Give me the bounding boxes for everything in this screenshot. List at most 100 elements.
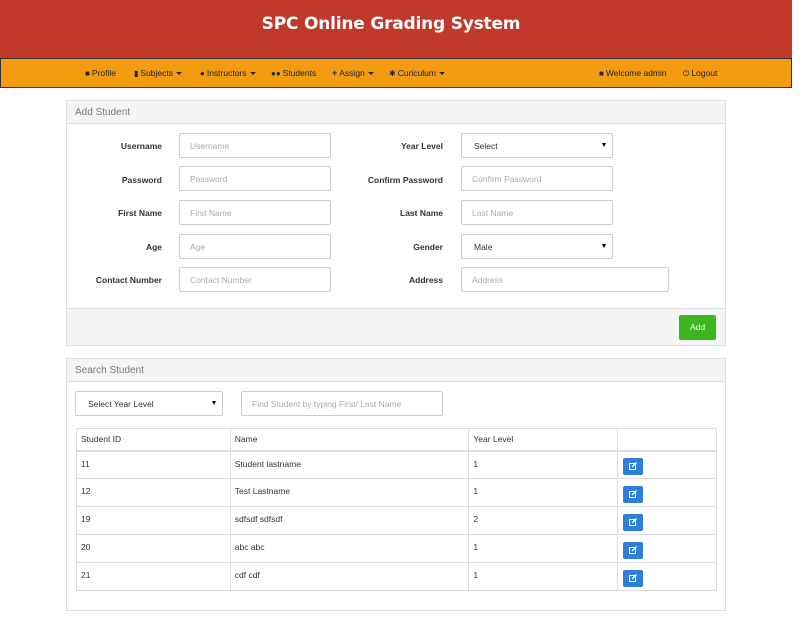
app-header: SPC Online Grading System bbox=[0, 0, 792, 58]
student-id-cell: 20 bbox=[76, 534, 231, 563]
person-icon: ● bbox=[200, 69, 205, 78]
column-header-actions bbox=[617, 428, 717, 452]
contact-number-field[interactable] bbox=[179, 267, 331, 292]
student-id-cell: 12 bbox=[76, 478, 231, 507]
dropdown-arrow-icon bbox=[602, 143, 606, 147]
dropdown-arrow-icon bbox=[212, 401, 216, 405]
app-title: SPC Online Grading System bbox=[261, 14, 521, 34]
nav-students[interactable]: ●● Students bbox=[271, 68, 316, 78]
nav-welcome[interactable]: ■ Welcome admin bbox=[599, 68, 667, 78]
nav-logout-label: Logout bbox=[691, 68, 718, 78]
add-student-panel: Add Student Username Password First Name… bbox=[66, 100, 726, 346]
nav-profile-label: Profile bbox=[91, 68, 116, 78]
confirm-password-label: Confirm Password bbox=[367, 175, 443, 185]
user-icon: ■ bbox=[599, 69, 604, 78]
student-year-cell: 1 bbox=[468, 450, 619, 479]
table-row: 12 Test Lastname 1 bbox=[76, 478, 717, 507]
nav-assign[interactable]: + Assign bbox=[332, 68, 374, 78]
address-label: Address bbox=[408, 275, 443, 285]
edit-icon bbox=[629, 518, 638, 526]
nav-instructors-label: Instructors bbox=[206, 68, 247, 78]
confirm-password-field[interactable] bbox=[461, 166, 613, 191]
edit-button[interactable] bbox=[623, 514, 644, 531]
student-name-cell: Student lastname bbox=[229, 450, 470, 479]
gear-icon: ✱ bbox=[389, 69, 396, 78]
users-icon: ●● bbox=[271, 69, 281, 78]
password-field[interactable] bbox=[179, 166, 331, 191]
student-year-cell: 2 bbox=[468, 506, 619, 535]
yearlevel-select[interactable]: Select bbox=[461, 133, 613, 158]
address-field[interactable] bbox=[461, 267, 669, 292]
nav-subjects-label: Subjects bbox=[140, 68, 174, 78]
age-field[interactable] bbox=[179, 234, 331, 259]
student-name-cell: Test Lastname bbox=[229, 478, 470, 507]
main-nav: ■ Profile ▮ Subjects ● Instructors ●● Studen… bbox=[0, 58, 792, 88]
edit-button[interactable] bbox=[623, 486, 644, 503]
student-name-cell: sdfsdf sdfsdf bbox=[229, 506, 470, 535]
student-year-cell: 1 bbox=[468, 562, 619, 591]
nav-profile[interactable]: ■ Profile bbox=[85, 68, 116, 78]
student-id-cell: 19 bbox=[76, 506, 231, 535]
edit-button[interactable] bbox=[623, 542, 644, 559]
yearlevel-select-value: Select bbox=[474, 141, 498, 151]
nav-curiculum-label: Curiculum bbox=[397, 68, 436, 78]
chevron-down-icon bbox=[367, 72, 374, 76]
user-icon: ■ bbox=[85, 69, 90, 78]
student-search-input[interactable] bbox=[241, 391, 443, 416]
gender-select[interactable]: Male bbox=[461, 234, 613, 259]
dropdown-arrow-icon bbox=[602, 244, 606, 248]
students-table: Student ID Name Year Level 11 Student la… bbox=[76, 428, 717, 591]
chevron-down-icon bbox=[438, 72, 445, 76]
password-label: Password bbox=[121, 175, 162, 185]
lastname-label: Last Name bbox=[400, 208, 443, 218]
student-year-cell: 1 bbox=[468, 478, 619, 507]
student-name-cell: abc abc bbox=[229, 534, 470, 563]
table-row: 11 Student lastname 1 bbox=[76, 450, 717, 479]
lastname-field[interactable] bbox=[461, 200, 613, 225]
student-name-cell: cdf cdf bbox=[229, 562, 470, 591]
student-actions-cell bbox=[617, 478, 717, 507]
contact-number-label: Contact Number bbox=[95, 275, 162, 285]
book-icon: ▮ bbox=[134, 69, 139, 78]
nav-logout[interactable]: ⏻ Logout bbox=[683, 68, 717, 79]
add-button[interactable]: Add bbox=[679, 315, 716, 340]
edit-button[interactable] bbox=[623, 570, 644, 587]
firstname-field[interactable] bbox=[179, 200, 331, 225]
student-actions-cell bbox=[617, 562, 717, 591]
gender-select-value: Male bbox=[474, 242, 493, 252]
table-row: 21 cdf cdf 1 bbox=[76, 562, 717, 591]
table-header-row: Student ID Name Year Level bbox=[76, 428, 717, 452]
nav-instructors[interactable]: ● Instructors bbox=[200, 68, 256, 78]
student-id-cell: 21 bbox=[76, 562, 231, 591]
student-actions-cell bbox=[617, 506, 717, 535]
plus-icon: + bbox=[332, 68, 338, 78]
student-actions-cell bbox=[617, 534, 717, 563]
nav-welcome-label: Welcome admin bbox=[605, 68, 667, 78]
column-header-student-id: Student ID bbox=[76, 428, 231, 452]
nav-assign-label: Assign bbox=[339, 68, 365, 78]
student-id-cell: 11 bbox=[76, 450, 231, 479]
student-actions-cell bbox=[617, 450, 717, 479]
add-student-heading: Add Student bbox=[67, 101, 725, 124]
student-year-cell: 1 bbox=[468, 534, 619, 563]
search-yearlevel-select[interactable]: Select Year Level bbox=[75, 391, 223, 416]
age-label: Age bbox=[145, 242, 162, 252]
column-header-name: Name bbox=[229, 428, 470, 452]
add-student-footer: Add bbox=[67, 308, 725, 345]
username-label: Username bbox=[120, 141, 162, 151]
gender-label: Gender bbox=[413, 242, 443, 252]
nav-students-label: Students bbox=[282, 68, 317, 78]
table-row: 19 sdfsdf sdfsdf 2 bbox=[76, 506, 717, 535]
firstname-label: First Name bbox=[118, 208, 162, 218]
username-field[interactable] bbox=[179, 133, 331, 158]
column-header-year-level: Year Level bbox=[468, 428, 619, 452]
nav-curiculum[interactable]: ✱ Curiculum bbox=[389, 68, 445, 78]
nav-subjects[interactable]: ▮ Subjects bbox=[134, 68, 183, 78]
edit-button[interactable] bbox=[623, 458, 644, 476]
power-icon: ⏻ bbox=[683, 69, 690, 78]
search-student-panel: Search Student Select Year Level Student… bbox=[66, 358, 726, 611]
edit-icon bbox=[629, 574, 638, 582]
edit-icon bbox=[629, 462, 638, 471]
table-row: 20 abc abc 1 bbox=[76, 534, 717, 563]
chevron-down-icon bbox=[176, 72, 183, 76]
